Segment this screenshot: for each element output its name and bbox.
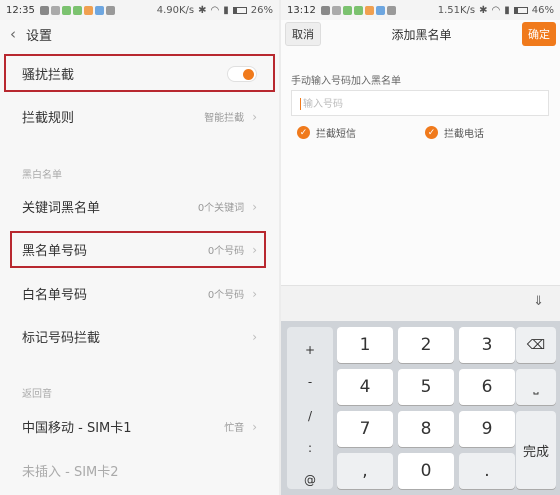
whitelist-row[interactable]: 白名单号码 0个号码 ›: [0, 272, 279, 315]
status-bar: 13:12 1.51K/s ✱ ◠ ▮ 46%: [281, 0, 560, 20]
mark-block-row[interactable]: 标记号码拦截 ›: [0, 315, 279, 358]
keyword-blacklist-value: 0个关键词: [197, 203, 245, 214]
checkmark-icon: ✓: [297, 126, 310, 139]
cancel-button[interactable]: 取消: [285, 22, 321, 46]
key-comma[interactable]: ,: [337, 453, 393, 489]
confirm-button[interactable]: 确定: [521, 22, 556, 46]
signal-icon: ▮: [223, 4, 229, 16]
chevron-right-icon: ›: [252, 329, 257, 344]
key-2[interactable]: 2: [398, 327, 454, 363]
backspace-icon[interactable]: ⌫: [516, 327, 556, 363]
block-call-label: 拦截电话: [444, 129, 484, 140]
key-3[interactable]: 3: [459, 327, 515, 363]
status-time: 13:12: [287, 4, 316, 16]
chevron-right-icon: ›: [252, 199, 257, 214]
status-time: 12:35: [6, 4, 35, 16]
settings-header: ‹ 设置: [0, 20, 279, 48]
block-call-checkbox[interactable]: ✓ 拦截电话: [425, 125, 484, 140]
signal-icon: ▮: [504, 4, 510, 16]
key-1[interactable]: 1: [337, 327, 393, 363]
checkmark-icon: ✓: [425, 126, 438, 139]
key-0[interactable]: 0: [398, 453, 454, 489]
keyword-blacklist-label: 关键词黑名单: [22, 201, 101, 216]
settings-screen: 12:35 4.90K/s ✱ ◠ ▮ 26% ‹ 设置 骚扰拦截 拦截规则 智…: [0, 0, 279, 495]
block-sms-label: 拦截短信: [316, 129, 356, 140]
sim2-label: 未插入 - SIM卡2: [22, 465, 119, 480]
rule-value: 智能拦截: [204, 113, 245, 124]
chevron-right-icon: ›: [252, 419, 257, 434]
sim1-label: 中国移动 - SIM卡1: [22, 421, 132, 436]
text-caret: [300, 98, 301, 110]
key-5[interactable]: 5: [398, 369, 454, 405]
keyboard-hide-icon[interactable]: ⇓: [533, 294, 544, 309]
done-key[interactable]: 完成: [516, 411, 556, 489]
section-ringback: 返回音: [22, 389, 52, 400]
space-icon[interactable]: ⎵: [516, 369, 556, 405]
section-blacklist: 黑白名单: [22, 170, 62, 181]
key-6[interactable]: 6: [459, 369, 515, 405]
add-blacklist-header: 取消 添加黑名单 确定: [281, 20, 560, 48]
rule-label: 拦截规则: [22, 111, 75, 126]
sim1-value: 忙音: [224, 423, 245, 434]
notification-icons: [39, 5, 115, 15]
chevron-right-icon: ›: [252, 286, 257, 301]
whitelist-label: 白名单号码: [22, 288, 88, 303]
bluetooth-icon: ✱: [479, 4, 488, 16]
key-8[interactable]: 8: [398, 411, 454, 447]
key-slash[interactable]: /: [287, 409, 333, 423]
keyword-blacklist-row[interactable]: 关键词黑名单 0个关键词 ›: [0, 185, 279, 228]
bluetooth-icon: ✱: [198, 4, 207, 16]
battery-icon: [232, 6, 247, 14]
key-at[interactable]: @: [287, 473, 333, 487]
notification-icons: [320, 5, 396, 15]
input-hint: 手动输入号码加入黑名单: [291, 76, 401, 87]
key-period[interactable]: .: [459, 453, 515, 489]
key-plus[interactable]: +: [287, 343, 333, 357]
net-speed: 1.51K/s: [437, 4, 476, 16]
number-input[interactable]: 输入号码: [291, 90, 549, 116]
numeric-keyboard: + - / : @ 1 2 3 ⌫ 4 5 6 ⎵ 7 8 9 完成 , 0 .: [281, 321, 560, 495]
chevron-right-icon: ›: [252, 109, 257, 124]
key-minus[interactable]: -: [287, 375, 333, 389]
highlight-box: [10, 231, 266, 268]
battery-percent: 46%: [531, 4, 554, 16]
whitelist-value: 0个号码: [207, 290, 245, 301]
number-input-placeholder: 输入号码: [303, 99, 343, 110]
keyboard-toolbar: ⇓: [281, 285, 560, 321]
symbol-column: + - / : @: [287, 327, 333, 489]
sim1-row[interactable]: 中国移动 - SIM卡1 忙音 ›: [0, 405, 279, 448]
highlight-box: [4, 54, 275, 92]
block-sms-checkbox[interactable]: ✓ 拦截短信: [297, 125, 356, 140]
battery-percent: 26%: [250, 4, 273, 16]
mark-block-label: 标记号码拦截: [22, 331, 101, 346]
key-9[interactable]: 9: [459, 411, 515, 447]
key-4[interactable]: 4: [337, 369, 393, 405]
key-7[interactable]: 7: [337, 411, 393, 447]
page-title: 添加黑名单: [391, 27, 452, 42]
chevron-left-icon[interactable]: ‹: [10, 25, 16, 43]
rule-row[interactable]: 拦截规则 智能拦截 ›: [0, 95, 279, 138]
battery-icon: [513, 6, 528, 14]
net-speed: 4.90K/s: [156, 4, 195, 16]
page-title: 设置: [26, 28, 53, 44]
wifi-icon: ◠: [210, 4, 220, 16]
sim2-row: 未插入 - SIM卡2: [0, 449, 279, 492]
status-bar: 12:35 4.90K/s ✱ ◠ ▮ 26%: [0, 0, 279, 20]
key-colon[interactable]: :: [287, 441, 333, 455]
wifi-icon: ◠: [491, 4, 501, 16]
add-blacklist-screen: 13:12 1.51K/s ✱ ◠ ▮ 46% 取消 添加黑名单 确定 手动输入…: [281, 0, 560, 495]
